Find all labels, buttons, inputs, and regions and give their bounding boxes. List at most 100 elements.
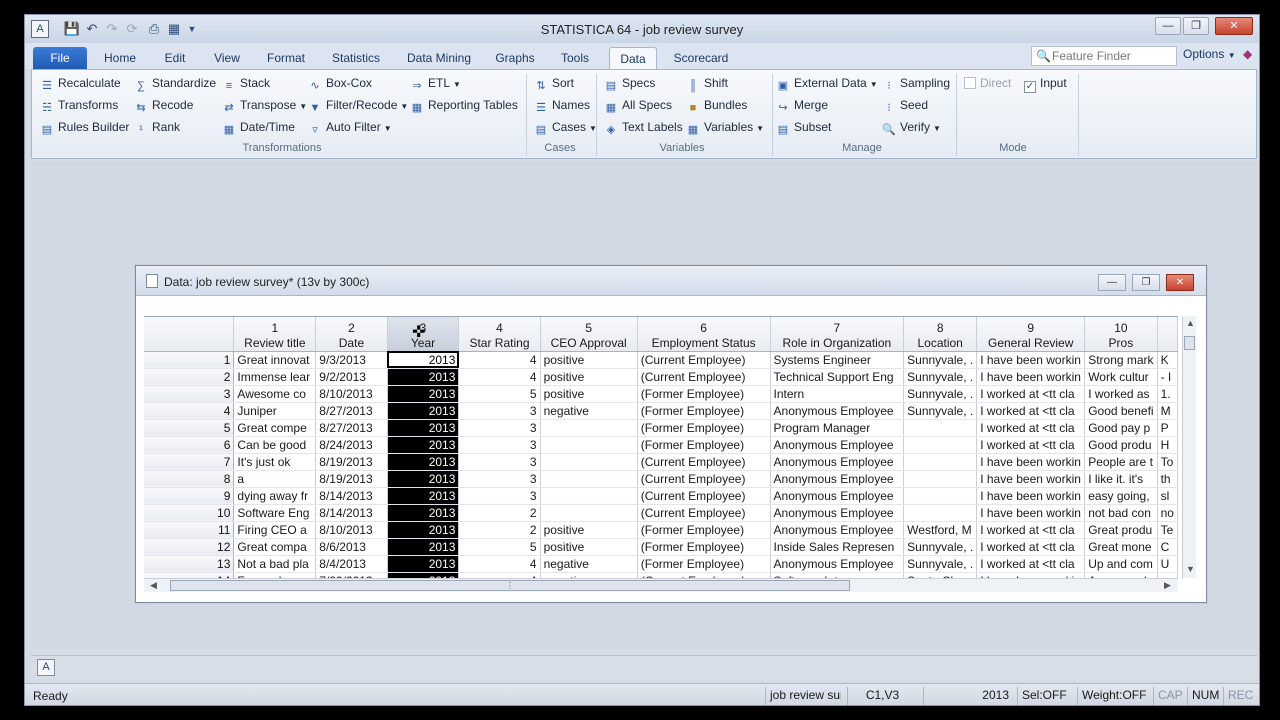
selected-cell[interactable]: 2013 — [387, 436, 460, 454]
table-cell[interactable]: I have been workin — [976, 453, 1086, 471]
table-cell[interactable]: Systems Engineer — [770, 351, 905, 369]
table-cell[interactable]: Inside Sales Represen — [770, 538, 905, 556]
table-cell[interactable]: (Current Employee) — [637, 368, 771, 386]
table-cell[interactable]: 3 — [458, 470, 541, 488]
table-cell[interactable]: (Current Employee) — [637, 351, 771, 369]
table-cell[interactable] — [903, 487, 978, 505]
recode-button[interactable]: ⇆ Recode — [134, 96, 193, 114]
table-cell[interactable]: 5 — [458, 385, 541, 403]
row-header[interactable]: 12 — [144, 538, 235, 556]
table-cell[interactable]: Firing CEO a — [233, 521, 317, 539]
scroll-right-icon[interactable]: ▶ — [1164, 580, 1171, 591]
box-cox-button[interactable]: ∿ Box-Cox — [308, 74, 372, 92]
table-cell[interactable]: Sunnyvale, . — [903, 368, 978, 386]
names-button[interactable]: ☰ Names — [534, 96, 590, 114]
table-cell[interactable]: no — [1157, 504, 1178, 522]
table-cell[interactable]: I worked at <tt cla — [976, 436, 1086, 454]
table-cell[interactable]: (Current Employee) — [637, 453, 771, 471]
merge-button[interactable]: ↪ Merge — [776, 96, 828, 114]
table-cell[interactable] — [540, 436, 638, 454]
recalculate-button[interactable]: ☰ Recalculate — [40, 74, 121, 92]
table-cell[interactable]: (Current Employee) — [637, 504, 771, 522]
table-cell[interactable]: Sunnyvale, . — [903, 555, 978, 573]
table-cell[interactable]: Anonymous Employee — [770, 504, 905, 522]
table-cell[interactable]: 8/27/2013 — [315, 419, 388, 437]
table-cell[interactable]: U — [1157, 555, 1178, 573]
seed-button[interactable]: ⁝ Seed — [882, 96, 928, 114]
table-cell[interactable]: Te — [1157, 521, 1178, 539]
table-cell[interactable]: (Former Employee) — [637, 538, 771, 556]
table-cell[interactable]: (Former Employee) — [637, 419, 771, 437]
table-cell[interactable] — [540, 453, 638, 471]
table-cell[interactable]: Anonymous Employee — [770, 487, 905, 505]
table-cell[interactable]: I have been workin — [976, 351, 1086, 369]
active-cell[interactable]: 2013 — [387, 351, 460, 369]
table-cell[interactable]: 8/14/2013 — [315, 487, 388, 505]
table-cell[interactable]: Sunnyvale, . — [903, 385, 978, 403]
table-cell[interactable]: 1. — [1157, 385, 1178, 403]
tab-edit[interactable]: Edit — [155, 47, 195, 69]
column-header[interactable]: 5 CEO Approval — [540, 317, 638, 352]
table-cell[interactable]: To — [1157, 453, 1178, 471]
tab-data-mining[interactable]: Data Mining — [401, 47, 477, 69]
sheet-minimize-button[interactable]: — — [1098, 274, 1126, 291]
table-cell[interactable]: 8/19/2013 — [315, 470, 388, 488]
help-icon[interactable]: ◆ — [1243, 47, 1252, 61]
maximize-button[interactable]: ❐ — [1183, 17, 1209, 35]
rules-builder-button[interactable]: ▤ Rules Builder — [40, 118, 130, 136]
column-header[interactable]: 6 Employment Status — [637, 317, 771, 352]
table-cell[interactable]: 4 — [458, 555, 541, 573]
table-cell[interactable]: Good pay p — [1084, 419, 1158, 437]
table-cell[interactable]: Software Eng — [233, 504, 317, 522]
table-cell[interactable]: Great produ — [1084, 521, 1158, 539]
stack-button[interactable]: ≡ Stack — [222, 74, 270, 92]
table-cell[interactable]: I like it. it's — [1084, 470, 1158, 488]
column-header[interactable]: 2 Date — [315, 317, 388, 352]
table-cell[interactable] — [540, 504, 638, 522]
column-header[interactable]: 4 Star Rating — [458, 317, 541, 352]
tab-statistics[interactable]: Statistics — [325, 47, 387, 69]
selected-cell[interactable]: 2013 — [387, 402, 460, 420]
table-cell[interactable]: (Former Employee) — [637, 402, 771, 420]
table-cell[interactable]: - I — [1157, 368, 1178, 386]
reporting-tables-button[interactable]: ▦ Reporting Tables — [410, 96, 518, 114]
table-cell[interactable]: I have been workin — [976, 470, 1086, 488]
table-cell[interactable] — [903, 436, 978, 454]
verify-button[interactable]: 🔍 Verify ▼ — [882, 118, 941, 136]
table-cell[interactable]: positive — [540, 538, 638, 556]
spreadsheet-title-bar[interactable]: Data: job review survey* (13v by 300c) —… — [136, 266, 1206, 296]
selected-cell[interactable]: 2013 — [387, 487, 460, 505]
sort-button[interactable]: ⇅ Sort — [534, 74, 574, 92]
column-header[interactable]: 10 Pros — [1084, 317, 1158, 352]
selected-cell[interactable]: 2013 — [387, 368, 460, 386]
transforms-button[interactable]: ☵ Transforms — [40, 96, 118, 114]
table-cell[interactable] — [903, 504, 978, 522]
table-cell[interactable]: Sunnyvale, . — [903, 538, 978, 556]
close-button[interactable]: ✕ — [1215, 17, 1253, 35]
table-cell[interactable]: I have been workin — [976, 504, 1086, 522]
table-cell[interactable]: Good benefi — [1084, 402, 1158, 420]
row-header[interactable]: 5 — [144, 419, 235, 437]
standardize-button[interactable]: ∑ Standardize — [134, 74, 216, 92]
rank-button[interactable]: ¹ Rank — [134, 118, 180, 136]
table-cell[interactable]: 8/24/2013 — [315, 436, 388, 454]
scroll-up-icon[interactable]: ▲ — [1186, 318, 1195, 328]
selected-cell[interactable]: 2013 — [387, 555, 460, 573]
external-data-button[interactable]: ▣ External Data ▼ — [776, 74, 878, 92]
row-header[interactable]: 4 — [144, 402, 235, 420]
options-button[interactable]: Options ▼ ◆ — [1183, 47, 1252, 61]
table-cell[interactable] — [903, 470, 978, 488]
table-cell[interactable]: dying away fr — [233, 487, 317, 505]
selected-cell[interactable]: 2013 — [387, 453, 460, 471]
table-cell[interactable]: K — [1157, 351, 1178, 369]
table-cell[interactable]: 8/6/2013 — [315, 538, 388, 556]
table-cell[interactable]: I worked at <tt cla — [976, 385, 1086, 403]
table-cell[interactable]: 4 — [458, 351, 541, 369]
horizontal-scrollbar[interactable]: ◀ ⋮ ▶ — [144, 578, 1178, 592]
table-cell[interactable]: Anonymous Employee — [770, 470, 905, 488]
table-cell[interactable]: It's just ok — [233, 453, 317, 471]
tab-format[interactable]: Format — [261, 47, 311, 69]
row-header[interactable]: 11 — [144, 521, 235, 539]
table-cell[interactable]: P — [1157, 419, 1178, 437]
table-cell[interactable]: Anonymous Employee — [770, 555, 905, 573]
